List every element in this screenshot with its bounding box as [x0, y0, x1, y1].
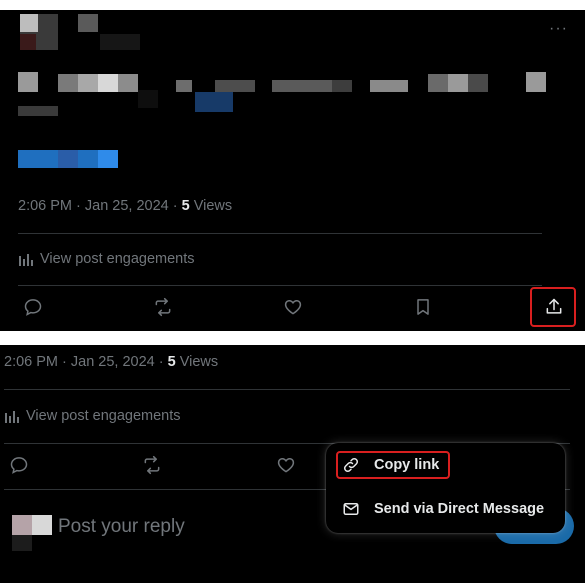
engagements-label: View post engagements: [26, 408, 181, 424]
reply-icon: [10, 457, 28, 474]
analytics-icon: [19, 254, 33, 266]
reply-icon: [24, 299, 42, 316]
reply-button[interactable]: [20, 294, 46, 320]
views-count: 5: [167, 354, 176, 370]
like-icon: [284, 299, 302, 315]
divider: [18, 233, 542, 234]
engagements-label: View post engagements: [40, 251, 195, 267]
send-dm-menu-item[interactable]: Send via Direct Message: [342, 500, 544, 518]
author-name-redacted: [78, 14, 98, 32]
copy-link-highlight: [336, 451, 450, 479]
send-dm-label: Send via Direct Message: [374, 501, 545, 517]
bookmark-button[interactable]: [410, 294, 436, 320]
reply-button[interactable]: [6, 452, 32, 478]
repost-button[interactable]: [150, 294, 176, 320]
view-post-engagements-link[interactable]: View post engagements: [4, 408, 181, 424]
view-post-engagements-link[interactable]: View post engagements: [18, 251, 195, 267]
analytics-icon: [5, 411, 19, 423]
tweet-timestamp[interactable]: 2:06 PM · Jan 25, 2024 · 5 Views: [18, 198, 232, 214]
like-button[interactable]: [273, 452, 299, 478]
tweet-detail-panel: ··· 2:06 PM · Jan 25, 2024 · 5 Views Vie…: [0, 10, 585, 331]
timestamp-text[interactable]: 2:06 PM · Jan 25, 2024 ·: [18, 198, 182, 214]
reply-input[interactable]: Post your reply: [58, 516, 185, 538]
bookmark-icon: [417, 299, 429, 315]
like-button[interactable]: [280, 294, 306, 320]
reply-avatar: [12, 515, 52, 551]
retweet-icon: [144, 455, 160, 475]
repost-button[interactable]: [139, 452, 165, 478]
avatar[interactable]: [20, 14, 58, 50]
views-count: 5: [181, 198, 190, 214]
views-label: Views: [189, 198, 233, 214]
divider: [18, 285, 542, 286]
share-button-highlight: [530, 287, 576, 327]
tweet-detail-panel-share-menu: 2:06 PM · Jan 25, 2024 · 5 Views View po…: [0, 345, 585, 583]
retweet-icon: [155, 297, 171, 317]
views-label: Views: [175, 354, 219, 370]
author-handle-redacted: [100, 34, 140, 50]
share-menu: Copy link Send via Direct Message: [326, 443, 565, 533]
more-icon[interactable]: ···: [549, 20, 568, 38]
envelope-icon: [343, 503, 359, 515]
tweet-timestamp[interactable]: 2:06 PM · Jan 25, 2024 · 5 Views: [4, 354, 218, 370]
timestamp-text[interactable]: 2:06 PM · Jan 25, 2024 ·: [4, 354, 168, 370]
like-icon: [277, 457, 295, 473]
divider: [4, 389, 570, 390]
